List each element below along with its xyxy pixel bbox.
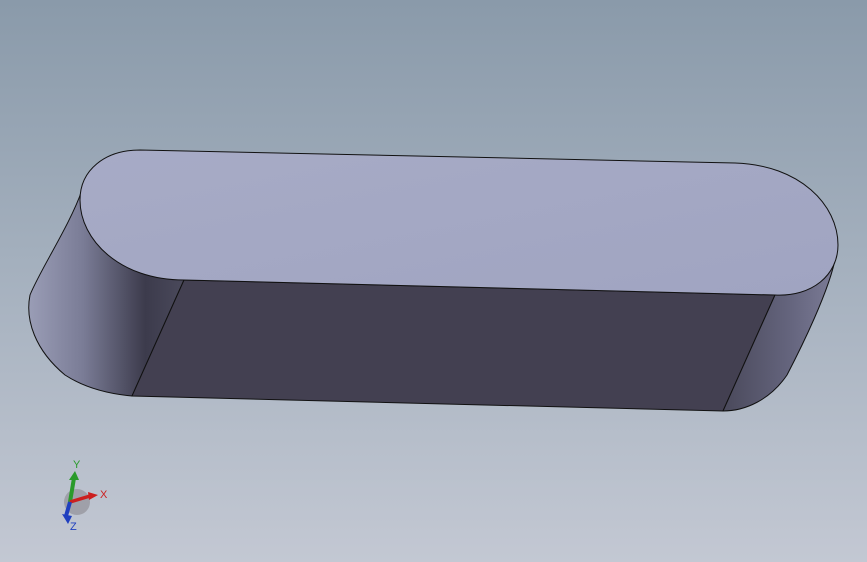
z-axis-label: Z (70, 521, 77, 532)
orientation-triad[interactable]: Y X Z (52, 456, 112, 532)
3d-part-model[interactable] (0, 0, 867, 562)
x-axis-arrowhead (88, 492, 98, 500)
x-axis-label: X (100, 489, 108, 501)
top-face (79, 149, 839, 296)
y-axis-label: Y (73, 459, 81, 471)
front-face (131, 279, 776, 412)
y-axis-arrowhead (69, 471, 79, 480)
graphics-viewport[interactable]: Y X Z (0, 0, 867, 562)
